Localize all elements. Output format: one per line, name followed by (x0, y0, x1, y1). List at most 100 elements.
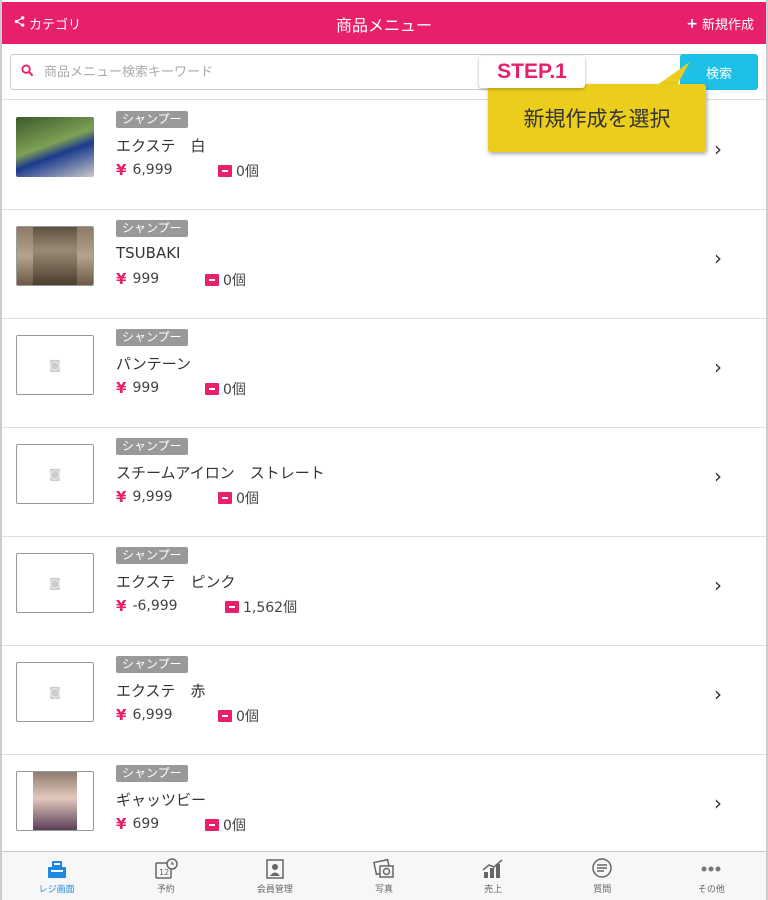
stock-value: 0個 (236, 709, 259, 725)
price-value: -6,999 (132, 598, 178, 614)
list-item[interactable]: ◙ シャンプー パンテーン ¥999 0個 › (2, 319, 766, 428)
tab-members[interactable]: 会員管理 (220, 852, 329, 900)
product-photo (16, 226, 94, 286)
list-item[interactable]: シャンプー TSUBAKI ¥999 0個 › (2, 210, 766, 319)
product-name: TSUBAKI (116, 244, 181, 262)
price-value: 699 (132, 816, 160, 832)
plus-icon: + (686, 15, 698, 32)
tutorial-callout: 新規作成を選択 (488, 84, 706, 152)
box-icon (225, 601, 239, 613)
yen-icon: ¥ (116, 706, 127, 724)
product-stock: 0個 (218, 488, 259, 508)
chevron-right-icon: › (714, 791, 722, 815)
product-price: ¥9,999 (116, 488, 173, 506)
product-name: エクステ ピンク (116, 573, 236, 591)
product-name: ギャッツビー (116, 791, 207, 809)
list-item[interactable]: シャンプー ギャッツビー ¥699 0個 › (2, 755, 766, 864)
chevron-right-icon: › (714, 682, 722, 706)
calendar-icon: 12 (154, 857, 178, 880)
price-value: 999 (132, 271, 160, 287)
price-value: 999 (132, 380, 160, 396)
new-create-label: 新規作成 (701, 18, 754, 33)
category-tag: シャンプー (116, 656, 188, 673)
tab-bar: レジ画面 12 予約 会員管理 写真 売上 質問 その他 (2, 851, 766, 900)
product-photo-placeholder: ◙ (16, 553, 94, 613)
category-tag: シャンプー (116, 329, 188, 346)
product-photo (16, 771, 94, 831)
tab-questions[interactable]: 質問 (548, 852, 657, 900)
product-price: ¥999 (116, 379, 159, 397)
product-list: シャンプー エクステ 白 ¥6,999 0個 › シャンプー TSUBAKI ¥… (2, 101, 766, 864)
page-title: 商品メニュー (335, 16, 432, 35)
category-tag: シャンプー (116, 220, 188, 237)
yen-icon: ¥ (116, 815, 127, 833)
tab-label: レジ画面 (38, 884, 75, 895)
new-create-button[interactable]: + 新規作成 (686, 14, 754, 34)
category-tag: シャンプー (116, 111, 188, 128)
product-price: ¥ -6,999 (116, 597, 178, 615)
product-stock: 0個 (205, 270, 246, 290)
product-price: ¥6,999 (116, 161, 173, 179)
search-icon (21, 63, 34, 81)
price-value: 6,999 (132, 162, 173, 178)
product-name: スチームアイロン ストレート (116, 464, 325, 482)
step-badge: STEP.1 (479, 56, 585, 88)
camera-icon: ◙ (49, 358, 61, 372)
more-icon (699, 858, 723, 880)
chevron-right-icon: › (714, 355, 722, 379)
list-item[interactable]: ◙ シャンプー エクステ 赤 ¥6,999 0個 › (2, 646, 766, 755)
camera-icon: ◙ (49, 467, 61, 481)
yen-icon: ¥ (116, 379, 127, 397)
product-stock: 0個 (205, 379, 246, 399)
product-stock: 1,562個 (225, 597, 297, 617)
product-name: エクステ 赤 (116, 682, 206, 700)
yen-icon: ¥ (116, 597, 127, 615)
camera-icon: ◙ (49, 576, 61, 590)
box-icon (205, 819, 219, 831)
tab-label: 会員管理 (256, 884, 293, 895)
camera-icon: ◙ (49, 685, 61, 699)
chevron-right-icon: › (714, 464, 722, 488)
product-stock: 0個 (218, 706, 259, 726)
tab-sales[interactable]: 売上 (439, 852, 548, 900)
price-value: 6,999 (132, 707, 173, 723)
yen-icon: ¥ (116, 270, 127, 288)
tab-reservation[interactable]: 12 予約 (111, 852, 220, 900)
product-photo (16, 117, 94, 177)
stock-value: 0個 (236, 491, 259, 507)
product-price: ¥6,999 (116, 706, 173, 724)
chart-icon (481, 858, 505, 880)
callout-text: 新規作成を選択 (523, 107, 671, 131)
product-photo-placeholder: ◙ (16, 444, 94, 504)
tab-label: その他 (697, 884, 725, 895)
svg-text:12: 12 (159, 868, 169, 877)
chevron-right-icon: › (714, 137, 722, 161)
stock-value: 0個 (223, 382, 246, 398)
product-price: ¥999 (116, 270, 159, 288)
tab-label: 写真 (374, 884, 393, 895)
box-icon (205, 274, 219, 286)
nav-header: カテゴリ 商品メニュー + 新規作成 (2, 2, 766, 44)
box-icon (218, 492, 232, 504)
register-icon (45, 858, 69, 880)
product-stock: 0個 (218, 161, 259, 181)
box-icon (218, 165, 232, 177)
tab-label: 予約 (156, 884, 175, 895)
product-name: エクステ 白 (116, 137, 206, 155)
photo-icon (372, 858, 396, 880)
stock-value: 1,562個 (243, 600, 298, 616)
tab-label: 売上 (484, 884, 503, 895)
chevron-right-icon: › (714, 573, 722, 597)
yen-icon: ¥ (116, 161, 127, 179)
product-name: パンテーン (116, 355, 192, 373)
box-icon (205, 383, 219, 395)
tab-more[interactable]: その他 (657, 852, 766, 900)
tab-register[interactable]: レジ画面 (2, 852, 111, 900)
tab-photos[interactable]: 写真 (329, 852, 438, 900)
member-icon (263, 858, 287, 880)
list-item[interactable]: ◙ シャンプー スチームアイロン ストレート ¥9,999 0個 › (2, 428, 766, 537)
list-item[interactable]: ◙ シャンプー エクステ ピンク ¥ -6,999 1,562個 › (2, 537, 766, 646)
product-photo-placeholder: ◙ (16, 662, 94, 722)
stock-value: 0個 (223, 273, 246, 289)
yen-icon: ¥ (116, 488, 127, 506)
